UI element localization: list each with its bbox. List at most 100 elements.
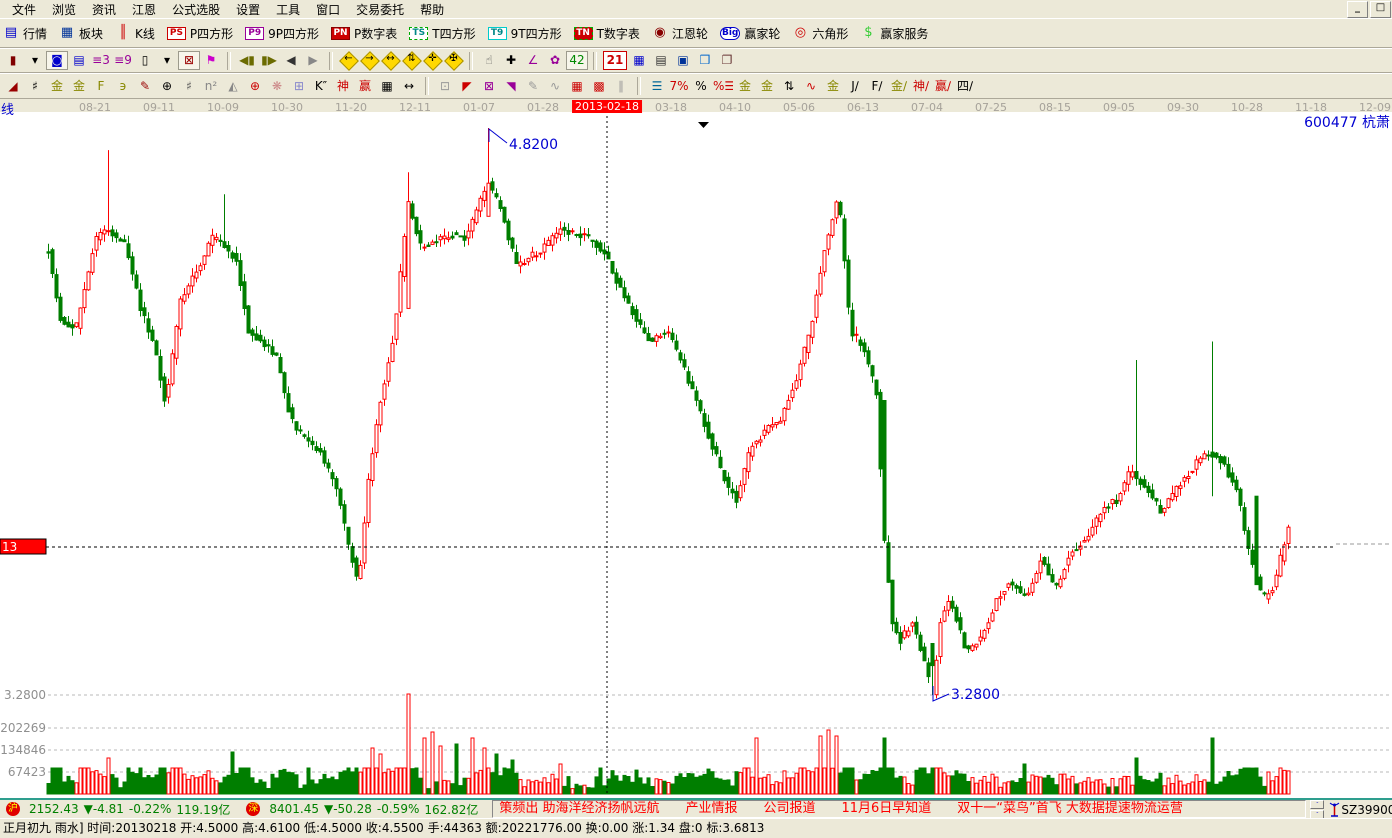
ruler-grid-icon[interactable]: ▦	[377, 78, 397, 95]
period-candle-icon[interactable]: ▮	[3, 52, 23, 69]
price-scale-icon[interactable]: ☰	[647, 78, 667, 95]
zigzag-icon[interactable]: ∿	[545, 78, 565, 95]
expand-all-diamond-icon[interactable]: ✛	[423, 52, 442, 69]
menu-trade-order[interactable]: 交易委托	[348, 0, 412, 19]
t-square-button[interactable]: TST四方形	[409, 25, 475, 42]
prev-bar-icon[interactable]: ◀	[281, 52, 301, 69]
first-page-icon[interactable]: ◀▮	[237, 52, 257, 69]
triangle-tool-icon[interactable]: ◭	[223, 78, 243, 95]
quotes-button[interactable]: ▤行情	[3, 25, 47, 42]
region-select-icon[interactable]: ⊠	[179, 52, 199, 69]
gann-wheel-button[interactable]: ◉江恩轮	[652, 25, 708, 42]
golden-gate-a-icon[interactable]: 金	[47, 78, 67, 95]
dense-lines-icon[interactable]: ♯	[179, 78, 199, 95]
star-grid-icon[interactable]: ❋	[267, 78, 287, 95]
report-view-icon[interactable]: ▤	[69, 52, 89, 69]
vertical-lines-tool-icon[interactable]: ♯	[25, 78, 45, 95]
flag-tool-icon[interactable]: ⚑	[201, 52, 221, 69]
news-ticker[interactable]: 策频出 助海洋经济扬帆远航 产业情报 公司报道 11月6日早知道 双十一“菜鸟”…	[492, 800, 1306, 818]
candle-style-dropdown-arrow[interactable]: ▾	[157, 52, 177, 69]
net-save-icon[interactable]: ❒	[695, 52, 715, 69]
minute3-chart-icon[interactable]: ≡3	[91, 52, 111, 69]
k-prime-icon[interactable]: K″	[311, 78, 331, 95]
minimize-button[interactable]: _	[1347, 1, 1368, 18]
golden-circle-icon[interactable]: 金	[735, 78, 755, 95]
f-slope-icon[interactable]: F∕	[867, 78, 887, 95]
crosshair-tool-icon[interactable]: ✚	[501, 52, 521, 69]
ying-slope-icon[interactable]: 赢∕	[933, 78, 953, 95]
four-slope-icon[interactable]: 四∕	[955, 78, 975, 95]
period-dropdown-arrow[interactable]: ▾	[25, 52, 45, 69]
menu-news[interactable]: 资讯	[84, 0, 124, 19]
shen-grid-icon[interactable]: 神	[333, 78, 353, 95]
brush-tool-icon[interactable]: ◢	[3, 78, 23, 95]
web-grid-icon[interactable]: ⊞	[289, 78, 309, 95]
print-icon[interactable]: ❐	[717, 52, 737, 69]
menu-file[interactable]: 文件	[4, 0, 44, 19]
golden-gate-b-icon[interactable]: 金	[69, 78, 89, 95]
width-measure-icon[interactable]: ↔	[399, 78, 419, 95]
red-grid-a-icon[interactable]: ▦	[567, 78, 587, 95]
menu-gann[interactable]: 江恩	[124, 0, 164, 19]
target-circle-icon[interactable]: ⊕	[245, 78, 265, 95]
wave-band-icon[interactable]: ∿	[801, 78, 821, 95]
ying-grid-icon[interactable]: 赢	[355, 78, 375, 95]
shift-right-diamond-icon[interactable]: →	[360, 52, 379, 69]
hand-tool-icon[interactable]: ☝	[479, 52, 499, 69]
sectors-button[interactable]: ▦板块	[59, 25, 103, 42]
cross-box-icon[interactable]: ⊠	[479, 78, 499, 95]
red-grid-b-icon[interactable]: ▩	[589, 78, 609, 95]
nine-t-square-button[interactable]: T99T四方形	[488, 25, 562, 42]
pivot-icon[interactable]: ⇅	[779, 78, 799, 95]
restore-button[interactable]: □	[1370, 1, 1391, 18]
shen-slope-icon[interactable]: 神∕	[911, 78, 931, 95]
spiral-tool-icon[interactable]: ✿	[545, 52, 565, 69]
expand-horizontal-diamond-icon[interactable]: ↔	[381, 52, 400, 69]
winner-service-button[interactable]: $赢家服务	[860, 25, 928, 42]
kline-chart[interactable]: 3.280020226913484667423134.82003.2800600…	[0, 112, 1392, 798]
kline-button[interactable]: ║K线	[115, 25, 155, 42]
seven-percent-icon[interactable]: 7%	[669, 78, 689, 95]
winner-wheel-button[interactable]: Big赢家轮	[720, 25, 780, 42]
menu-formula-stock-pick[interactable]: 公式选股	[164, 0, 228, 19]
pencil-angle-icon[interactable]: ✎	[135, 78, 155, 95]
p-square-button[interactable]: PSP四方形	[167, 25, 233, 42]
box-handles-icon[interactable]: ⊡	[435, 78, 455, 95]
t-number-table-button[interactable]: TNT数字表	[574, 25, 640, 42]
expand-vertical-diamond-icon[interactable]: ⇅	[402, 52, 421, 69]
menu-tools[interactable]: 工具	[268, 0, 308, 19]
n-square-icon[interactable]: n²	[201, 78, 221, 95]
fan-box-icon[interactable]: ◥	[501, 78, 521, 95]
overview-mode-icon[interactable]: ◙	[47, 52, 67, 69]
circle-cycle-icon[interactable]: ⊕	[157, 78, 177, 95]
j-slope-icon[interactable]: J∕	[845, 78, 865, 95]
candle-style-icon[interactable]: ▯	[135, 52, 155, 69]
percent-icon[interactable]: %	[691, 78, 711, 95]
hexagon-button[interactable]: ◎六角形	[792, 25, 848, 42]
fibonacci-gate-icon[interactable]: F	[91, 78, 111, 95]
golden-slope-icon[interactable]: 金∕	[889, 78, 909, 95]
cycle-42-icon[interactable]: 42	[567, 52, 587, 69]
notes-icon[interactable]: ▤	[651, 52, 671, 69]
minute9-chart-icon[interactable]: ≡9	[113, 52, 133, 69]
fan-lines-icon[interactable]: ◤	[457, 78, 477, 95]
p-number-table-button[interactable]: PNP数字表	[331, 25, 397, 42]
compress-all-diamond-icon[interactable]: ✠	[444, 52, 463, 69]
menu-settings[interactable]: 设置	[228, 0, 268, 19]
next-bar-icon[interactable]: ▶	[303, 52, 323, 69]
percent-lines-icon[interactable]: %☰	[713, 78, 733, 95]
golden-hline-icon[interactable]: 金	[757, 78, 777, 95]
menu-help[interactable]: 帮助	[412, 0, 452, 19]
spiral-gate-icon[interactable]: ϶	[113, 78, 133, 95]
parallel-lines-icon[interactable]: ∥	[611, 78, 631, 95]
golden-level-icon[interactable]: 金	[823, 78, 843, 95]
calendar-icon[interactable]: 21	[603, 51, 627, 70]
last-page-icon[interactable]: ▮▶	[259, 52, 279, 69]
menu-browse[interactable]: 浏览	[44, 0, 84, 19]
shift-left-diamond-icon[interactable]: ←	[339, 52, 358, 69]
ticker-spinner[interactable]: - -	[1310, 800, 1324, 819]
angle-measure-icon[interactable]: ∠	[523, 52, 543, 69]
trend-pencil-icon[interactable]: ✎	[523, 78, 543, 95]
nine-p-square-button[interactable]: P99P四方形	[245, 25, 319, 42]
calculator-icon[interactable]: ▦	[629, 52, 649, 69]
